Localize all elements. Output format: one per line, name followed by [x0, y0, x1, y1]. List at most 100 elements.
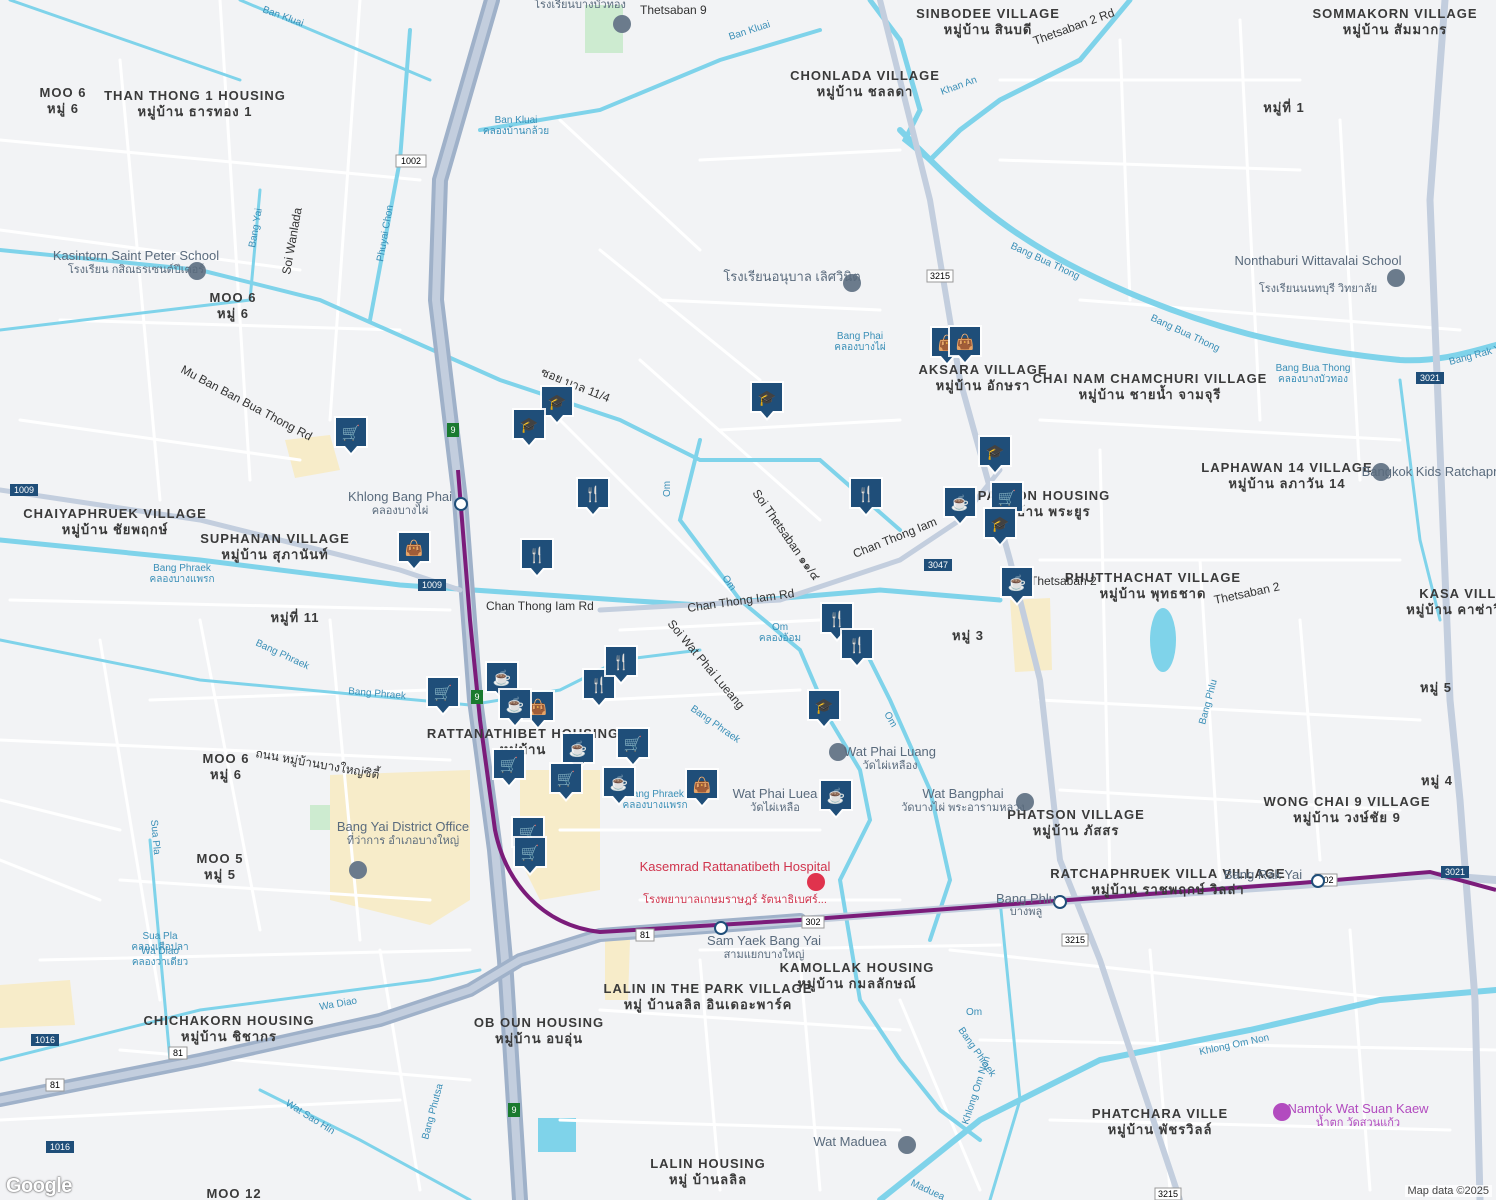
restaurant-icon: 🍴	[612, 653, 631, 671]
place-label: MOO 12	[206, 1186, 261, 1200]
place-label: THAN THONG 1 HOUSING	[104, 88, 286, 103]
shield-3215: 3215	[1065, 935, 1085, 945]
road-label: Chan Thong Iam Rd	[486, 599, 594, 613]
place-label: PHATSON VILLAGE	[1007, 807, 1145, 822]
svg-text:หมู่บ้าน ลภาวัน 14: หมู่บ้าน ลภาวัน 14	[1228, 476, 1345, 492]
svg-text:วัดไผ่เหลือง: วัดไผ่เหลือง	[862, 759, 917, 772]
pond	[538, 1118, 576, 1152]
cafe-icon: ☕	[1008, 573, 1027, 592]
shopping-bag-icon: 👜	[956, 333, 975, 351]
cafe-icon: ☕	[827, 786, 846, 805]
svg-text:หมู่บ้าน ภัสสร: หมู่บ้าน ภัสสร	[1033, 823, 1120, 839]
map-canvas[interactable]: 1002 3215 3215 3215 3021 3021 1009 1009 …	[0, 0, 1496, 1200]
shopping-cart-icon: 🛒	[998, 489, 1017, 507]
svg-text:หมู่บ้าน ราชพฤกษ์ วิลล่า: หมู่บ้าน ราชพฤกษ์ วิลล่า	[1091, 882, 1244, 898]
poi-label: Bang Phlu	[996, 891, 1056, 906]
restaurant-icon: 🍴	[857, 485, 876, 503]
shopping-cart-icon: 🛒	[521, 844, 540, 862]
place-label: CHONLADA VILLAGE	[790, 68, 940, 83]
svg-text:คลองบางแพรก: คลองบางแพรก	[149, 574, 214, 585]
restaurant-icon: 🍴	[584, 485, 603, 503]
place-label: CHICHAKORN HOUSING	[143, 1013, 314, 1028]
svg-text:น้ำตก วัดสวนแก้ว: น้ำตก วัดสวนแก้ว	[1316, 1114, 1400, 1129]
svg-text:Om: Om	[966, 1007, 982, 1018]
poi-label: โรงเรียนอนุบาล เลิศวินิต	[723, 269, 860, 285]
place-label: หมู่ที่ 11	[270, 608, 319, 626]
poi-label: Wat Phai Luea	[733, 786, 819, 801]
restaurant-icon: 🍴	[828, 610, 847, 628]
school-icon: 🎓	[991, 516, 1010, 533]
poi-label: Bang Rak Yai	[1224, 867, 1302, 882]
shield-1009: 1009	[422, 580, 442, 590]
svg-text:หมู่ บ้านลลิล อินเดอะพาร์ค: หมู่ บ้านลลิล อินเดอะพาร์ค	[624, 997, 793, 1013]
shield-81: 81	[173, 1048, 183, 1058]
svg-text:คลองบ้านกล้วย: คลองบ้านกล้วย	[483, 125, 549, 137]
poi-label: Wat Phai Luang	[844, 744, 936, 759]
shield-3021: 3021	[1420, 373, 1440, 383]
place-label: SUPHANAN VILLAGE	[200, 531, 350, 546]
shopping-cart-icon: 🛒	[500, 756, 519, 774]
government-icon	[349, 861, 367, 879]
school-icon: 🎓	[520, 417, 539, 434]
svg-text:โรงพยาบาลเกษมราษฎร์ รัตนาธิเบศ: โรงพยาบาลเกษมราษฎร์ รัตนาธิเบศร์...	[643, 892, 827, 906]
svg-text:คลองบางไผ่: คลองบางไผ่	[834, 341, 886, 353]
pond	[1150, 608, 1176, 672]
hospital-icon	[807, 873, 825, 891]
svg-text:หมู่บ้าน วงษ์ชัย 9: หมู่บ้าน วงษ์ชัย 9	[1293, 810, 1401, 826]
svg-text:คลองวาเดียว: คลองวาเดียว	[132, 956, 188, 968]
svg-text:หมู่บ้าน ธารทอง 1: หมู่บ้าน ธารทอง 1	[138, 104, 253, 120]
shopping-cart-icon: 🛒	[434, 684, 453, 702]
svg-text:หมู่บ้าน ชิชากร: หมู่บ้าน ชิชากร	[181, 1029, 277, 1045]
shield-1009: 1009	[14, 485, 34, 495]
place-label: MOO 6	[210, 290, 257, 305]
shield-9: 9	[511, 1105, 516, 1115]
poi-label: Kasemrad Rattanatibeth Hospital	[640, 859, 831, 874]
place-label: MOO 6	[203, 751, 250, 766]
poi-label: Khlong Bang Phai	[348, 489, 452, 504]
shopping-cart-icon: 🛒	[557, 770, 576, 788]
svg-text:หมู่ 5: หมู่ 5	[204, 867, 236, 883]
map-attribution[interactable]: Map data ©2025	[1404, 1185, 1492, 1197]
svg-text:หมู่ บ้านลลิล: หมู่ บ้านลลิล	[669, 1172, 747, 1188]
svg-text:วัดบางไผ่ พระอารามหลวง: วัดบางไผ่ พระอารามหลวง	[901, 801, 1025, 814]
shield-3047: 3047	[928, 560, 948, 570]
google-logo: Google	[6, 1175, 72, 1197]
poi-label: โรงเรียนบางบัวทอง	[534, 0, 626, 11]
shield-1016: 1016	[35, 1035, 55, 1045]
svg-text:หมู่ 6: หมู่ 6	[217, 306, 249, 322]
shield-1002: 1002	[401, 156, 421, 166]
restaurant-icon: 🍴	[528, 546, 547, 564]
shield-9: 9	[474, 692, 479, 702]
restaurant-icon: 🍴	[590, 676, 609, 694]
shopping-cart-icon: 🛒	[624, 735, 643, 753]
place-label: MOO 5	[197, 851, 244, 866]
school-icon: 🎓	[548, 394, 567, 411]
svg-text:หมู่บ้าน กมลลักษณ์: หมู่บ้าน กมลลักษณ์	[797, 976, 916, 992]
place-label: WONG CHAI 9 VILLAGE	[1263, 794, 1430, 809]
place-label: AKSARA VILLAGE	[918, 362, 1047, 377]
shield-81: 81	[50, 1080, 60, 1090]
place-label: CHAIYAPHRUEK VILLAGE	[23, 506, 206, 521]
cafe-icon: ☕	[951, 493, 970, 512]
svg-text:โรงเรียนนนทบุรี วิทยาลัย: โรงเรียนนนทบุรี วิทยาลัย	[1259, 281, 1377, 295]
shield-302: 302	[805, 917, 820, 927]
school-icon: 🎓	[986, 444, 1005, 461]
cafe-icon: ☕	[610, 773, 629, 792]
poi-label: Namtok Wat Suan Kaew	[1287, 1101, 1429, 1116]
shield-1016: 1016	[50, 1142, 70, 1152]
shield-9: 9	[450, 425, 455, 435]
shield-3021: 3021	[1445, 867, 1465, 877]
svg-text:หมู่บ้าน คาซ่าวิลล์: หมู่บ้าน คาซ่าวิลล์	[1406, 602, 1496, 618]
school-icon: 🎓	[815, 698, 834, 715]
place-label: SOMMAKORN VILLAGE	[1312, 6, 1477, 21]
svg-text:คลองอ้อม: คลองอ้อม	[759, 632, 801, 644]
svg-text:หมู่บ้าน ชายน้ำ จามจุรี: หมู่บ้าน ชายน้ำ จามจุรี	[1079, 384, 1222, 403]
svg-text:Om: Om	[662, 481, 673, 497]
place-label: CHAI NAM CHAMCHURI VILLAGE	[1033, 371, 1268, 386]
poi-label: Sam Yaek Bang Yai	[707, 933, 821, 948]
shield-81: 81	[640, 930, 650, 940]
poi-label: Bangkok Kids Ratchapruek	[1362, 464, 1496, 479]
place-label: KASA VILLA	[1419, 586, 1496, 601]
poi-label: Wat Maduea	[813, 1134, 887, 1149]
poi-label: Nonthaburi Wittavalai School	[1235, 253, 1402, 268]
